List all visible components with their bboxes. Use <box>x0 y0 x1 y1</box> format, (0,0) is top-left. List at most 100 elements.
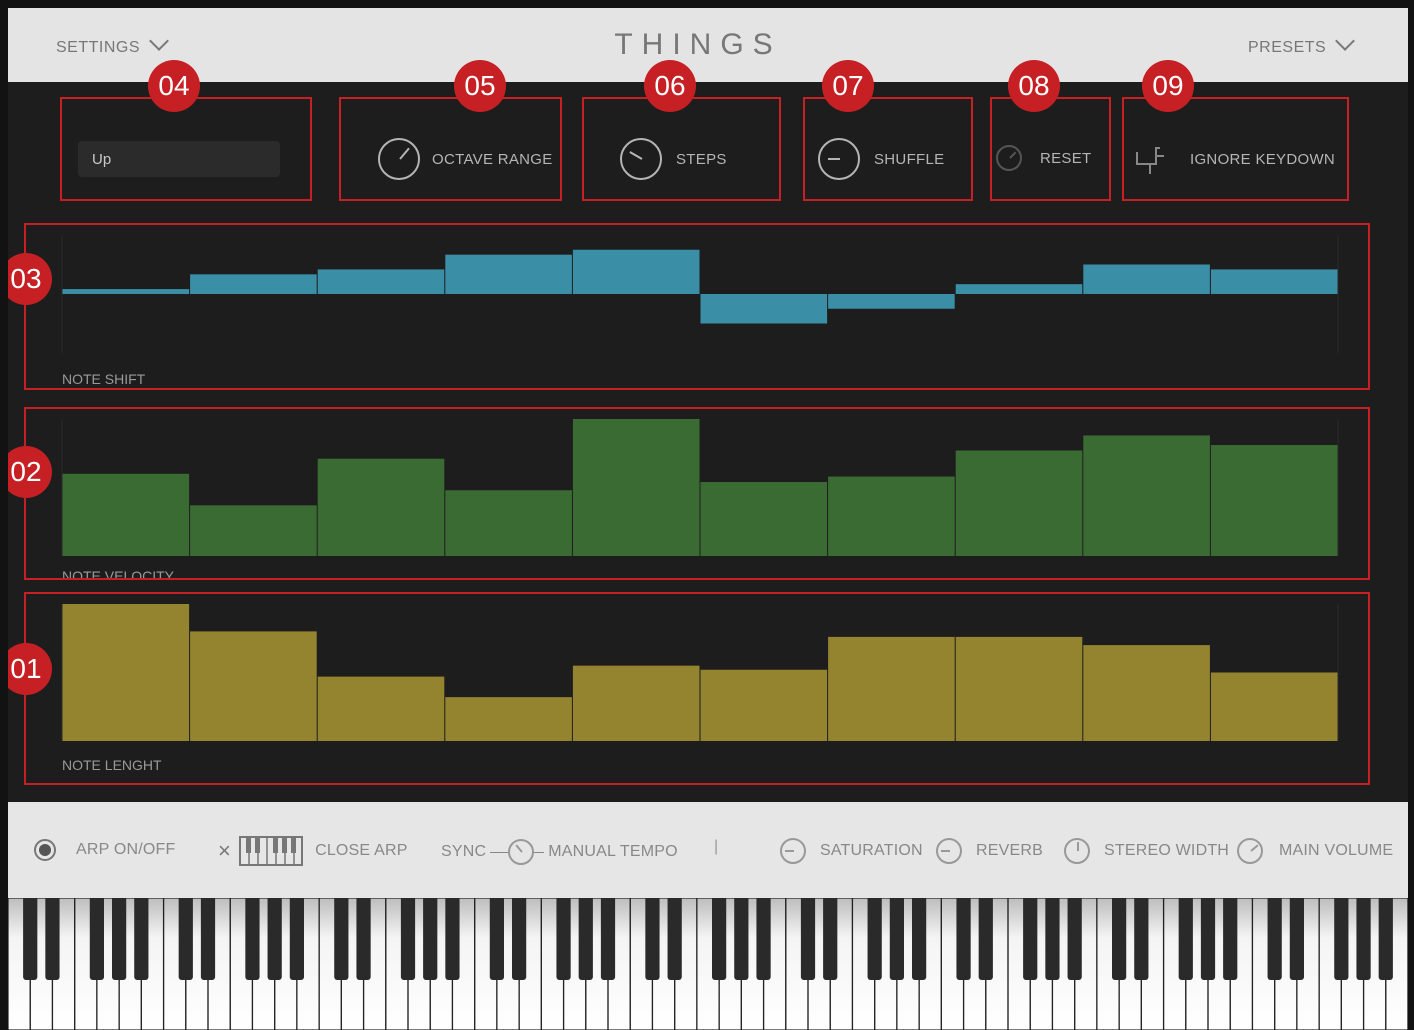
black-key[interactable] <box>1334 898 1349 980</box>
sync-label: SYNC <box>441 843 487 860</box>
saturation-label: SATURATION <box>820 842 923 859</box>
black-key[interactable] <box>445 898 460 980</box>
note-shift-bar[interactable] <box>1210 269 1338 294</box>
note-velocity-bar[interactable] <box>828 476 955 556</box>
black-key[interactable] <box>645 898 660 980</box>
note-shift-bar[interactable] <box>828 294 955 309</box>
note-velocity-bar[interactable] <box>955 450 1083 556</box>
note-lenght-bar[interactable] <box>445 697 572 741</box>
black-key[interactable] <box>1112 898 1127 980</box>
presets-menu[interactable]: PRESETS <box>1248 31 1356 57</box>
main-volume-knob[interactable] <box>1237 838 1263 864</box>
black-key[interactable] <box>289 898 304 980</box>
note-velocity-bar[interactable] <box>62 473 190 556</box>
black-key[interactable] <box>489 898 504 980</box>
black-key[interactable] <box>423 898 438 980</box>
saturation-knob[interactable] <box>780 838 806 864</box>
black-key[interactable] <box>1200 898 1216 980</box>
black-key[interactable] <box>667 898 682 980</box>
black-key[interactable] <box>112 898 127 980</box>
black-key[interactable] <box>89 898 104 980</box>
annotation-badge: 04 <box>148 60 200 112</box>
note-velocity-chart[interactable]: NOTE VELOCITY <box>26 409 1368 578</box>
close-arp-button[interactable]: × CLOSE ARP <box>218 836 408 866</box>
black-key[interactable] <box>1023 898 1038 980</box>
note-velocity-bar[interactable] <box>1083 435 1210 556</box>
piano-keyboard[interactable] <box>8 898 1408 1030</box>
black-key[interactable] <box>245 898 260 980</box>
black-key[interactable] <box>578 898 593 980</box>
black-key[interactable] <box>1178 898 1193 980</box>
note-lenght-bar[interactable] <box>572 665 700 741</box>
note-lenght-bar[interactable] <box>1083 645 1210 741</box>
top-bar: SETTINGS THINGS PRESETS <box>8 8 1408 82</box>
black-key[interactable] <box>889 898 904 980</box>
black-key[interactable] <box>712 898 727 980</box>
note-velocity-bar[interactable] <box>445 490 572 556</box>
black-key[interactable] <box>1134 898 1149 980</box>
note-shift-bar[interactable] <box>1083 264 1210 295</box>
black-key[interactable] <box>1378 898 1393 980</box>
note-shift-bar[interactable] <box>955 284 1083 294</box>
note-lenght-bar[interactable] <box>955 636 1083 741</box>
black-key[interactable] <box>734 898 749 980</box>
black-key[interactable] <box>823 898 838 980</box>
note-shift-bar[interactable] <box>62 289 190 294</box>
black-key[interactable] <box>556 898 571 980</box>
black-key[interactable] <box>600 898 616 980</box>
note-lenght-bar[interactable] <box>317 676 445 741</box>
black-key[interactable] <box>200 898 216 980</box>
black-key[interactable] <box>1045 898 1060 980</box>
note-velocity-bar[interactable] <box>700 482 828 556</box>
note-lenght-bar[interactable] <box>828 636 955 741</box>
note-velocity-bar[interactable] <box>190 505 317 556</box>
main-volume-label: MAIN VOLUME <box>1279 842 1394 859</box>
stereo-width-knob[interactable] <box>1064 838 1090 864</box>
black-key[interactable] <box>45 898 60 980</box>
note-lenght-bar[interactable] <box>190 631 317 741</box>
tempo-knob[interactable] <box>508 839 535 865</box>
arp-toggle[interactable]: ARP ON/OFF <box>34 839 176 861</box>
reverb-control[interactable]: REVERB <box>936 838 1043 864</box>
note-velocity-panel: NOTE VELOCITY <box>24 407 1370 580</box>
note-length-chart[interactable]: NOTE LENGHT <box>26 594 1368 783</box>
main-volume-control[interactable]: MAIN VOLUME <box>1237 838 1393 864</box>
note-shift-bar[interactable] <box>700 294 828 324</box>
saturation-control[interactable]: SATURATION <box>780 838 923 864</box>
black-key[interactable] <box>800 898 816 980</box>
black-key[interactable] <box>956 898 971 980</box>
note-lenght-bar[interactable] <box>1210 672 1338 742</box>
note-shift-bar[interactable] <box>445 254 572 294</box>
black-key[interactable] <box>867 898 882 980</box>
note-lenght-bar[interactable] <box>62 604 190 741</box>
note-shift-bar[interactable] <box>190 274 317 294</box>
black-key[interactable] <box>1356 898 1371 980</box>
reverb-knob[interactable] <box>936 838 962 864</box>
black-key[interactable] <box>178 898 193 980</box>
black-key[interactable] <box>512 898 527 980</box>
note-lenght-bar[interactable] <box>700 669 828 741</box>
black-key[interactable] <box>134 898 149 980</box>
black-key[interactable] <box>267 898 282 980</box>
black-key[interactable] <box>978 898 993 980</box>
note-velocity-bar[interactable] <box>572 419 700 556</box>
note-shift-bar[interactable] <box>572 249 700 294</box>
note-velocity-bar[interactable] <box>317 458 445 556</box>
black-key[interactable] <box>334 898 349 980</box>
note-shift-chart[interactable]: NOTE SHIFT <box>26 225 1368 388</box>
black-key[interactable] <box>1289 898 1304 980</box>
note-velocity-bar[interactable] <box>1210 445 1338 556</box>
black-key[interactable] <box>400 898 416 980</box>
black-key[interactable] <box>23 898 38 980</box>
black-key[interactable] <box>912 898 927 980</box>
radio-icon <box>34 839 56 861</box>
black-key[interactable] <box>1067 898 1082 980</box>
black-key[interactable] <box>356 898 371 980</box>
black-key[interactable] <box>1223 898 1238 980</box>
chart-label: NOTE SHIFT <box>62 371 146 387</box>
tempo-control[interactable]: SYNC MANUAL TEMPO <box>441 839 678 865</box>
note-shift-bar[interactable] <box>317 269 445 294</box>
stereo-width-control[interactable]: STEREO WIDTH <box>1064 838 1229 864</box>
black-key[interactable] <box>756 898 771 980</box>
black-key[interactable] <box>1267 898 1282 980</box>
